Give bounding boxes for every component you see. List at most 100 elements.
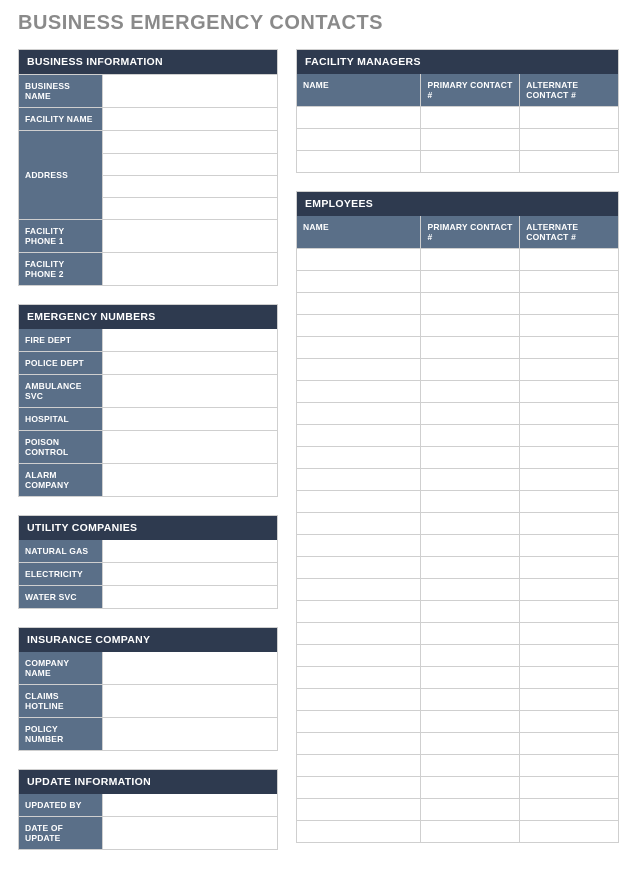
employee-name[interactable] (297, 249, 421, 270)
employee-alternate[interactable] (520, 645, 618, 666)
employee-alternate[interactable] (520, 777, 618, 798)
facility-manager-alternate[interactable] (520, 151, 618, 172)
employee-name[interactable] (297, 403, 421, 424)
employee-alternate[interactable] (520, 623, 618, 644)
employee-name[interactable] (297, 799, 421, 820)
employee-name[interactable] (297, 623, 421, 644)
employee-name[interactable] (297, 337, 421, 358)
employee-alternate[interactable] (520, 579, 618, 600)
employee-primary[interactable] (421, 535, 520, 556)
facility-manager-primary[interactable] (421, 107, 520, 128)
employee-alternate[interactable] (520, 425, 618, 446)
employee-alternate[interactable] (520, 667, 618, 688)
value-facility-name[interactable] (103, 108, 277, 130)
employee-name[interactable] (297, 513, 421, 534)
employee-name[interactable] (297, 293, 421, 314)
facility-manager-alternate[interactable] (520, 107, 618, 128)
employee-primary[interactable] (421, 491, 520, 512)
facility-manager-name[interactable] (297, 129, 421, 150)
employee-name[interactable] (297, 821, 421, 842)
employee-primary[interactable] (421, 689, 520, 710)
employee-primary[interactable] (421, 337, 520, 358)
employee-name[interactable] (297, 535, 421, 556)
employee-alternate[interactable] (520, 381, 618, 402)
address-line-4[interactable] (103, 197, 277, 219)
employee-alternate[interactable] (520, 821, 618, 842)
employee-alternate[interactable] (520, 557, 618, 578)
employee-alternate[interactable] (520, 491, 618, 512)
employee-alternate[interactable] (520, 403, 618, 424)
employee-primary[interactable] (421, 381, 520, 402)
employee-alternate[interactable] (520, 535, 618, 556)
address-line-2[interactable] (103, 153, 277, 175)
emergency-value[interactable] (103, 329, 277, 351)
address-line-3[interactable] (103, 175, 277, 197)
utility-value[interactable] (103, 540, 277, 562)
employee-primary[interactable] (421, 447, 520, 468)
employee-name[interactable] (297, 557, 421, 578)
facility-manager-primary[interactable] (421, 129, 520, 150)
employee-name[interactable] (297, 469, 421, 490)
employee-alternate[interactable] (520, 513, 618, 534)
employee-alternate[interactable] (520, 271, 618, 292)
update-value[interactable] (103, 817, 277, 849)
emergency-value[interactable] (103, 352, 277, 374)
value-facility-phone-1[interactable] (103, 220, 277, 252)
employee-name[interactable] (297, 315, 421, 336)
employee-name[interactable] (297, 601, 421, 622)
employee-primary[interactable] (421, 513, 520, 534)
utility-value[interactable] (103, 563, 277, 585)
employee-primary[interactable] (421, 315, 520, 336)
employee-primary[interactable] (421, 359, 520, 380)
employee-primary[interactable] (421, 469, 520, 490)
employee-primary[interactable] (421, 271, 520, 292)
employee-name[interactable] (297, 689, 421, 710)
employee-primary[interactable] (421, 293, 520, 314)
facility-manager-primary[interactable] (421, 151, 520, 172)
employee-primary[interactable] (421, 821, 520, 842)
emergency-value[interactable] (103, 375, 277, 407)
employee-primary[interactable] (421, 755, 520, 776)
employee-alternate[interactable] (520, 293, 618, 314)
insurance-value[interactable] (103, 718, 277, 750)
employee-primary[interactable] (421, 777, 520, 798)
employee-primary[interactable] (421, 601, 520, 622)
employee-primary[interactable] (421, 667, 520, 688)
update-value[interactable] (103, 794, 277, 816)
emergency-value[interactable] (103, 464, 277, 496)
emergency-value[interactable] (103, 431, 277, 463)
employee-name[interactable] (297, 733, 421, 754)
employee-name[interactable] (297, 271, 421, 292)
employee-name[interactable] (297, 579, 421, 600)
employee-primary[interactable] (421, 579, 520, 600)
employee-primary[interactable] (421, 249, 520, 270)
employee-alternate[interactable] (520, 711, 618, 732)
value-business-name[interactable] (103, 75, 277, 107)
employee-name[interactable] (297, 447, 421, 468)
insurance-value[interactable] (103, 652, 277, 684)
employee-alternate[interactable] (520, 447, 618, 468)
employee-name[interactable] (297, 425, 421, 446)
employee-alternate[interactable] (520, 315, 618, 336)
employee-alternate[interactable] (520, 359, 618, 380)
employee-alternate[interactable] (520, 469, 618, 490)
employee-primary[interactable] (421, 799, 520, 820)
employee-primary[interactable] (421, 425, 520, 446)
insurance-value[interactable] (103, 685, 277, 717)
address-line-1[interactable] (103, 131, 277, 153)
employee-name[interactable] (297, 667, 421, 688)
employee-alternate[interactable] (520, 337, 618, 358)
employee-primary[interactable] (421, 403, 520, 424)
employee-name[interactable] (297, 381, 421, 402)
employee-name[interactable] (297, 711, 421, 732)
emergency-value[interactable] (103, 408, 277, 430)
facility-manager-name[interactable] (297, 151, 421, 172)
employee-name[interactable] (297, 359, 421, 380)
employee-name[interactable] (297, 755, 421, 776)
employee-alternate[interactable] (520, 689, 618, 710)
employee-primary[interactable] (421, 711, 520, 732)
employee-primary[interactable] (421, 733, 520, 754)
employee-name[interactable] (297, 777, 421, 798)
employee-alternate[interactable] (520, 799, 618, 820)
employee-alternate[interactable] (520, 249, 618, 270)
